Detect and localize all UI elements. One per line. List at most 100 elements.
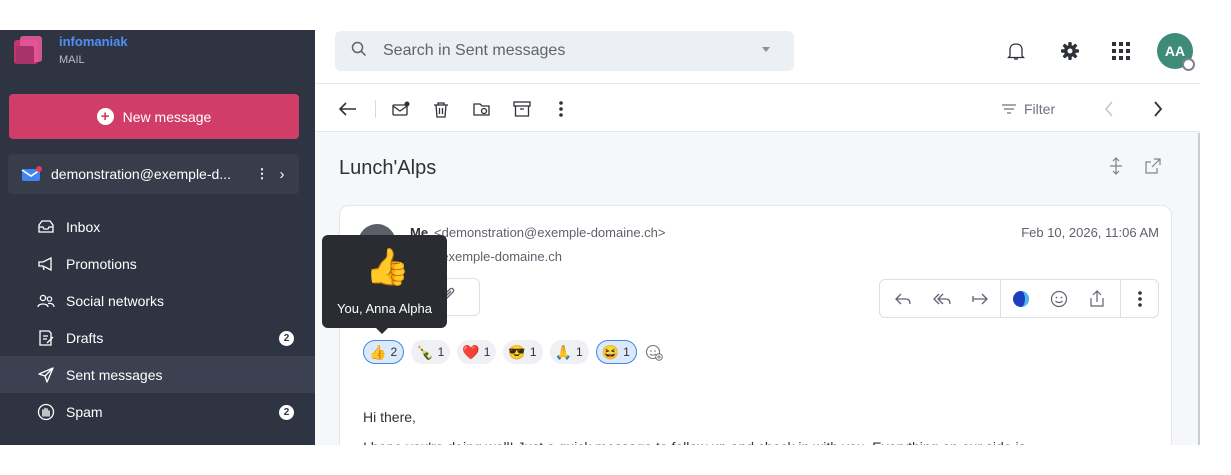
message-date: Feb 10, 2026, 11:06 AM [1021, 225, 1159, 240]
reaction-chip[interactable]: 😎 1 [503, 340, 543, 364]
main-panel: Search in Sent messages AA Filter Lunch'… [315, 30, 1200, 445]
subject-actions [1108, 157, 1162, 180]
filter-button[interactable]: Filter [1001, 96, 1055, 122]
forward-icon[interactable] [969, 288, 991, 310]
heart-emoji: ❤️ [462, 344, 480, 360]
brand-logo[interactable]: infomaniak MAIL [12, 30, 152, 70]
spam-icon [36, 402, 56, 422]
archive-icon[interactable] [509, 96, 535, 122]
tooltip-text: You, Anna Alpha [337, 301, 432, 316]
plus-circle-icon: + [96, 108, 114, 125]
folder-label: Social networks [66, 292, 165, 309]
settings-gear-icon[interactable] [1055, 36, 1085, 66]
back-arrow-icon[interactable] [335, 96, 361, 122]
user-avatar[interactable]: AA [1157, 33, 1195, 71]
reaction-chip[interactable]: 🙏 1 [549, 340, 589, 364]
mail-app: infomaniak MAIL + New message demonstrat… [0, 30, 1200, 445]
folder-label: Drafts [66, 329, 104, 346]
reaction-chip[interactable]: 👍 2 [363, 340, 405, 364]
body-line: Hi there, [363, 409, 416, 425]
people-icon [36, 291, 56, 311]
folder-label: Promotions [66, 255, 137, 272]
folder-label: Inbox [66, 218, 101, 235]
sender-address[interactable]: <demonstration@exemple-domaine.ch> [434, 225, 665, 240]
folder-label: Spam [66, 403, 103, 420]
open-in-new-window-icon[interactable] [1144, 157, 1162, 180]
chevron-right-icon[interactable]: › [271, 166, 293, 183]
toolbar-divider [375, 100, 376, 118]
notification-bell-icon[interactable] [1001, 36, 1031, 66]
top-bar: Search in Sent messages AA [315, 30, 1200, 84]
search-icon [351, 41, 367, 62]
champagne-emoji: 🍾 [416, 344, 434, 360]
ai-assistant-sphere-icon[interactable] [1010, 288, 1032, 310]
presence-status-icon [1182, 58, 1195, 71]
reaction-count: 2 [390, 345, 398, 359]
body-line: I hope you're doing well! Just a quick m… [363, 432, 1026, 445]
account-email: demonstration@exemple-d... [51, 166, 231, 182]
search-placeholder: Search in Sent messages [383, 42, 566, 59]
thumbs-up-emoji: 👍 [369, 344, 387, 360]
avatar-initials: AA [1164, 43, 1186, 59]
megaphone-icon [36, 254, 56, 274]
draft-icon [36, 328, 56, 348]
add-reaction-icon[interactable] [644, 342, 664, 362]
message-toolbar: Filter [315, 84, 1200, 132]
folder-spam[interactable]: Spam 2 [0, 393, 315, 430]
reaction-chip[interactable]: 🍾 1 [411, 340, 451, 364]
folded-hands-emoji: 🙏 [554, 344, 572, 360]
message-actions [879, 279, 1159, 318]
message-subject: Lunch'Alps [339, 157, 437, 179]
infomaniak-logo-icon [14, 36, 42, 64]
reaction-chip[interactable]: 😆 1 [595, 340, 637, 364]
account-selector[interactable]: demonstration@exemple-d... ⋮ › [8, 154, 299, 194]
expand-collapse-icon[interactable] [1108, 157, 1124, 180]
filter-lines-icon [1002, 104, 1016, 114]
more-vertical-icon[interactable]: ⋮ [253, 166, 271, 182]
folder-label: Sent messages [66, 366, 163, 383]
unread-count-badge: 2 [279, 405, 294, 420]
reaction-count: 1 [623, 345, 630, 359]
filter-label: Filter [1024, 101, 1056, 117]
inbox-icon [36, 217, 56, 237]
new-message-label: New message [122, 108, 212, 125]
search-options-caret-icon[interactable] [762, 47, 770, 52]
folder-promotions[interactable]: Promotions [0, 245, 315, 282]
share-upload-icon[interactable] [1086, 288, 1108, 310]
move-folder-icon[interactable] [469, 96, 495, 122]
actions-divider [1000, 280, 1001, 317]
folder-social-networks[interactable]: Social networks [0, 282, 315, 319]
delete-trash-icon[interactable] [428, 96, 454, 122]
reply-icon[interactable] [892, 288, 914, 310]
send-icon [36, 365, 56, 385]
folder-drafts[interactable]: Drafts 2 [0, 319, 315, 356]
message-view: Lunch'Alps Me <demonstration@exemple-doma… [315, 133, 1200, 445]
scrollbar[interactable] [1198, 133, 1200, 445]
folder-list: Inbox Promotions Social networks Drafts [0, 208, 315, 430]
more-vertical-icon[interactable] [548, 96, 574, 122]
search-bar[interactable]: Search in Sent messages [335, 31, 794, 71]
new-message-button[interactable]: + New message [9, 94, 299, 139]
brand-name: infomaniak [59, 34, 128, 49]
actions-divider [1120, 280, 1121, 317]
brand-product: MAIL [59, 54, 85, 66]
reaction-count: 1 [483, 345, 491, 359]
apps-grid-icon[interactable] [1106, 36, 1136, 66]
previous-chevron-icon[interactable] [1096, 96, 1122, 122]
mark-unread-icon[interactable] [388, 96, 414, 122]
sunglasses-emoji: 😎 [508, 344, 526, 360]
folder-inbox[interactable]: Inbox [0, 208, 315, 245]
reaction-count: 1 [575, 345, 583, 359]
add-reaction-smiley-icon[interactable] [1048, 288, 1070, 310]
next-chevron-icon[interactable] [1145, 96, 1171, 122]
tooltip-arrow [376, 328, 388, 334]
reaction-count: 1 [529, 345, 537, 359]
reaction-tooltip: 👍 You, Anna Alpha [322, 235, 447, 334]
reactions-bar: 👍 2 🍾 1 ❤️ 1 😎 1 🙏 1 😆 1 [363, 340, 664, 364]
folder-sent-messages[interactable]: Sent messages [0, 356, 315, 393]
more-vertical-icon[interactable] [1129, 288, 1151, 310]
reaction-count: 1 [437, 345, 445, 359]
reply-all-icon[interactable] [931, 288, 953, 310]
message-card: Me <demonstration@exemple-domaine.ch> faq… [339, 205, 1172, 445]
reaction-chip[interactable]: ❤️ 1 [457, 340, 497, 364]
